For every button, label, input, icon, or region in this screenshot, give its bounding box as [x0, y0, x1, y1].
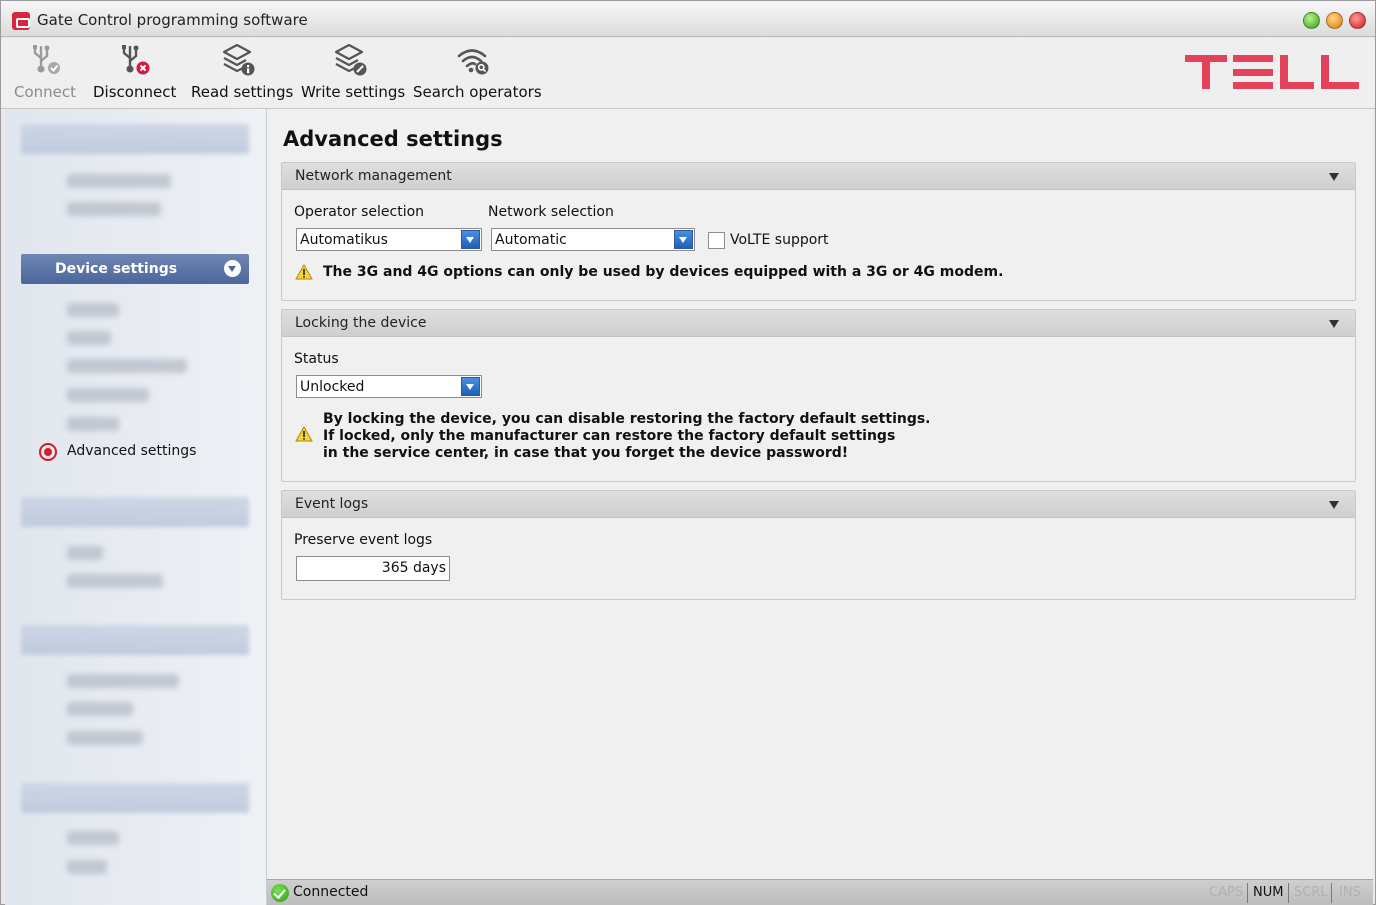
- close-button[interactable]: [1349, 12, 1366, 29]
- write-settings-button[interactable]: Write settings: [301, 40, 406, 108]
- divider: [1331, 883, 1332, 903]
- maximize-button[interactable]: [1303, 12, 1320, 29]
- event-logs-panel: Event logs Preserve event logs 365 days: [281, 490, 1356, 600]
- preserve-event-logs-input[interactable]: 365 days: [296, 556, 450, 581]
- app-icon: [12, 12, 30, 30]
- ins-indicator: INS: [1339, 885, 1361, 900]
- panel-title: Network management: [295, 168, 452, 184]
- toolbar: Connect Disconnect Read settings Write s…: [1, 38, 1375, 109]
- read-settings-icon: [222, 43, 255, 76]
- usb-connect-icon: [33, 45, 60, 74]
- sidebar-item-blurred[interactable]: [67, 574, 163, 588]
- wifi-search-icon: [457, 49, 489, 75]
- warning-icon: [295, 426, 313, 442]
- app-window: Gate Control programming software Connec…: [0, 0, 1376, 905]
- sidebar-item-blurred[interactable]: [67, 417, 119, 431]
- volte-label: VoLTE support: [730, 232, 829, 248]
- event-logs-header[interactable]: Event logs: [282, 491, 1355, 518]
- panel-title: Locking the device: [295, 315, 427, 331]
- divider: [1288, 883, 1289, 903]
- lock-status-value: Unlocked: [300, 379, 365, 395]
- minimize-button[interactable]: [1326, 12, 1343, 29]
- lock-warning-line-2: If locked, only the manufacturer can res…: [323, 428, 896, 444]
- sidebar-group-software[interactable]: [21, 783, 249, 813]
- status-label: Status: [294, 351, 339, 367]
- operator-selection-dropdown[interactable]: Automatikus: [296, 228, 482, 251]
- window-title: Gate Control programming software: [37, 11, 308, 29]
- caps-indicator: CAPS: [1209, 885, 1244, 900]
- connection-status: Connected: [293, 884, 369, 900]
- sidebar-item-label: Advanced settings: [67, 443, 197, 459]
- locking-device-panel: Locking the device Status Unlocked By lo…: [281, 309, 1356, 482]
- sidebar-item-blurred[interactable]: [67, 731, 143, 745]
- warning-icon: [295, 264, 313, 280]
- network-selection-dropdown[interactable]: Automatic: [491, 228, 695, 251]
- sidebar-item-blurred[interactable]: [67, 702, 133, 716]
- sidebar-group-connection[interactable]: [21, 124, 249, 154]
- volte-checkbox[interactable]: [708, 232, 725, 249]
- chevron-down-icon: [224, 260, 241, 277]
- collapse-icon[interactable]: [1329, 320, 1339, 328]
- search-operators-label: Search operators: [413, 83, 542, 101]
- search-operators-button[interactable]: Search operators: [413, 40, 542, 108]
- dropdown-arrow-icon[interactable]: [674, 230, 693, 249]
- sidebar-item-blurred[interactable]: [67, 303, 119, 317]
- num-indicator: NUM: [1253, 885, 1284, 900]
- tell-logo: [1185, 55, 1359, 89]
- read-settings-label: Read settings: [191, 83, 294, 101]
- selected-indicator-icon: [39, 443, 57, 461]
- write-settings-label: Write settings: [301, 83, 406, 101]
- sidebar-item-blurred[interactable]: [67, 860, 107, 874]
- dropdown-arrow-icon[interactable]: [461, 230, 480, 249]
- sidebar-group-device-settings[interactable]: Device settings: [21, 254, 249, 284]
- collapse-icon[interactable]: [1329, 501, 1339, 509]
- panel-title: Event logs: [295, 496, 369, 512]
- sidebar: Device settings Advanced settings: [5, 109, 267, 905]
- sidebar-item-blurred[interactable]: [67, 174, 171, 188]
- network-selection-label: Network selection: [488, 204, 614, 220]
- dropdown-arrow-icon[interactable]: [461, 377, 480, 396]
- status-bar: Connected CAPS NUM SCRL INS: [267, 879, 1373, 905]
- sidebar-item-blurred[interactable]: [67, 388, 149, 402]
- sidebar-group-label: Device settings: [55, 261, 178, 277]
- page-title: Advanced settings: [283, 127, 503, 151]
- sidebar-group-users[interactable]: [21, 497, 249, 527]
- read-settings-button[interactable]: Read settings: [191, 40, 294, 108]
- collapse-icon[interactable]: [1329, 173, 1339, 181]
- lock-warning-line-1: By locking the device, you can disable r…: [323, 411, 931, 427]
- network-selection-value: Automatic: [495, 232, 567, 248]
- network-management-panel: Network management Operator selection Au…: [281, 162, 1356, 301]
- disconnect-button[interactable]: Disconnect: [93, 40, 177, 108]
- sidebar-item-blurred[interactable]: [67, 831, 119, 845]
- sidebar-item-blurred[interactable]: [67, 546, 103, 560]
- main-content: Advanced settings Network management Ope…: [267, 109, 1373, 879]
- connect-button[interactable]: Connect: [13, 40, 77, 108]
- operator-selection-label: Operator selection: [294, 204, 425, 220]
- sidebar-group-status[interactable]: [21, 625, 249, 655]
- preserve-event-logs-value: 365 days: [381, 560, 446, 576]
- locking-device-header[interactable]: Locking the device: [282, 310, 1355, 337]
- write-settings-icon: [334, 43, 367, 76]
- divider: [1247, 883, 1248, 903]
- preserve-event-logs-label: Preserve event logs: [294, 532, 433, 548]
- title-bar: Gate Control programming software: [1, 1, 1375, 37]
- operator-selection-value: Automatikus: [300, 232, 388, 248]
- network-management-header[interactable]: Network management: [282, 163, 1355, 190]
- disconnect-label: Disconnect: [93, 83, 177, 101]
- scrl-indicator: SCRL: [1294, 885, 1328, 900]
- sidebar-item-blurred[interactable]: [67, 331, 111, 345]
- connected-check-icon: [271, 884, 289, 902]
- lock-status-dropdown[interactable]: Unlocked: [296, 375, 482, 398]
- sidebar-item-blurred[interactable]: [67, 674, 179, 688]
- lock-warning-line-3: in the service center, in case that you …: [323, 445, 849, 461]
- sidebar-item-blurred[interactable]: [67, 359, 187, 373]
- network-warning-text: The 3G and 4G options can only be used b…: [323, 264, 1004, 280]
- sidebar-item-blurred[interactable]: [67, 202, 161, 216]
- connect-label: Connect: [13, 83, 77, 101]
- usb-disconnect-icon: [122, 45, 150, 75]
